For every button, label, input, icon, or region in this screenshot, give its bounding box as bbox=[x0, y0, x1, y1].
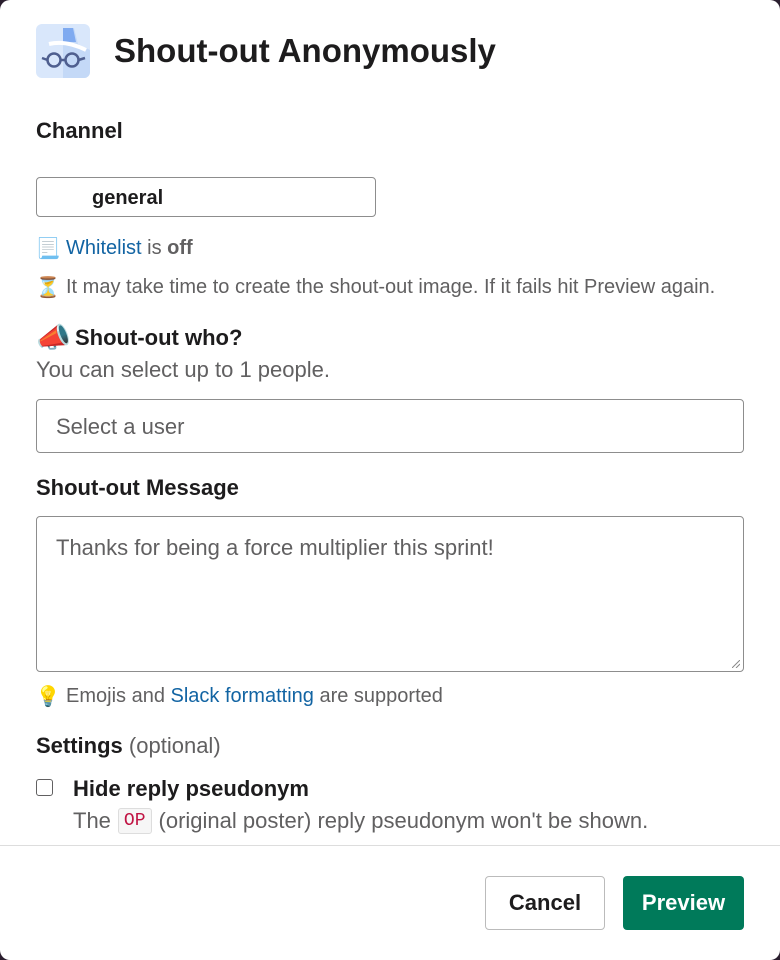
settings-title: Settings bbox=[36, 733, 123, 758]
hourglass-icon: ⏳ bbox=[35, 277, 61, 299]
whitelist-note: 📃 Whitelist is off bbox=[36, 236, 193, 261]
cancel-button[interactable]: Cancel bbox=[485, 876, 605, 930]
format-note-post: are supported bbox=[313, 685, 443, 707]
preview-button[interactable]: Preview bbox=[623, 876, 744, 930]
hide-reply-checkbox[interactable] bbox=[36, 779, 53, 796]
user-select[interactable]: Select a user bbox=[36, 399, 744, 453]
shoutout-who-label: 📣 Shout-out who? bbox=[36, 321, 242, 354]
footer-divider bbox=[0, 845, 780, 846]
channel-select[interactable]: general bbox=[36, 177, 376, 217]
lightbulb-icon: 💡 bbox=[35, 686, 61, 708]
shoutout-modal: Shout-out Anonymously Channel general 📃 … bbox=[0, 0, 780, 960]
scroll-icon: 📃 bbox=[35, 238, 61, 260]
modal-title: Shout-out Anonymously bbox=[114, 32, 496, 69]
message-textarea[interactable]: Thanks for being a force multiplier this… bbox=[36, 516, 744, 672]
glasses-hat-icon bbox=[36, 24, 90, 78]
hide-reply-desc: The OP (original poster) reply pseudonym… bbox=[73, 808, 648, 834]
shoutout-who-text: Shout-out who? bbox=[75, 324, 243, 350]
timing-note: ⏳ It may take time to create the shout-o… bbox=[35, 275, 716, 300]
channel-value: general bbox=[92, 187, 164, 209]
message-label: Shout-out Message bbox=[36, 475, 239, 500]
modal-header: Shout-out Anonymously bbox=[36, 24, 496, 78]
settings-label: Settings (optional) bbox=[36, 733, 221, 759]
timing-note-text: It may take time to create the shout-out… bbox=[66, 276, 716, 298]
format-note-pre: Emojis and bbox=[66, 685, 171, 707]
message-value: Thanks for being a force multiplier this… bbox=[56, 535, 494, 560]
channel-label: Channel bbox=[36, 118, 123, 143]
megaphone-icon: 📣 bbox=[36, 322, 71, 353]
slack-formatting-link[interactable]: Slack formatting bbox=[171, 685, 314, 708]
format-note: 💡 Emojis and Slack formatting are suppor… bbox=[36, 684, 443, 709]
hide-reply-desc-pre: The bbox=[73, 808, 111, 833]
settings-optional: (optional) bbox=[128, 733, 221, 758]
whitelist-middle-text: is bbox=[141, 237, 168, 259]
whitelist-link[interactable]: Whitelist bbox=[66, 237, 142, 260]
shoutout-who-hint: You can select up to 1 people. bbox=[36, 357, 330, 382]
resize-handle-icon[interactable] bbox=[732, 660, 740, 668]
hide-reply-desc-post: (original poster) reply pseudonym won't … bbox=[158, 808, 649, 833]
hide-reply-title: Hide reply pseudonym bbox=[73, 776, 309, 801]
user-select-placeholder: Select a user bbox=[56, 414, 185, 439]
whitelist-state: off bbox=[167, 237, 193, 259]
op-code: OP bbox=[117, 808, 152, 834]
